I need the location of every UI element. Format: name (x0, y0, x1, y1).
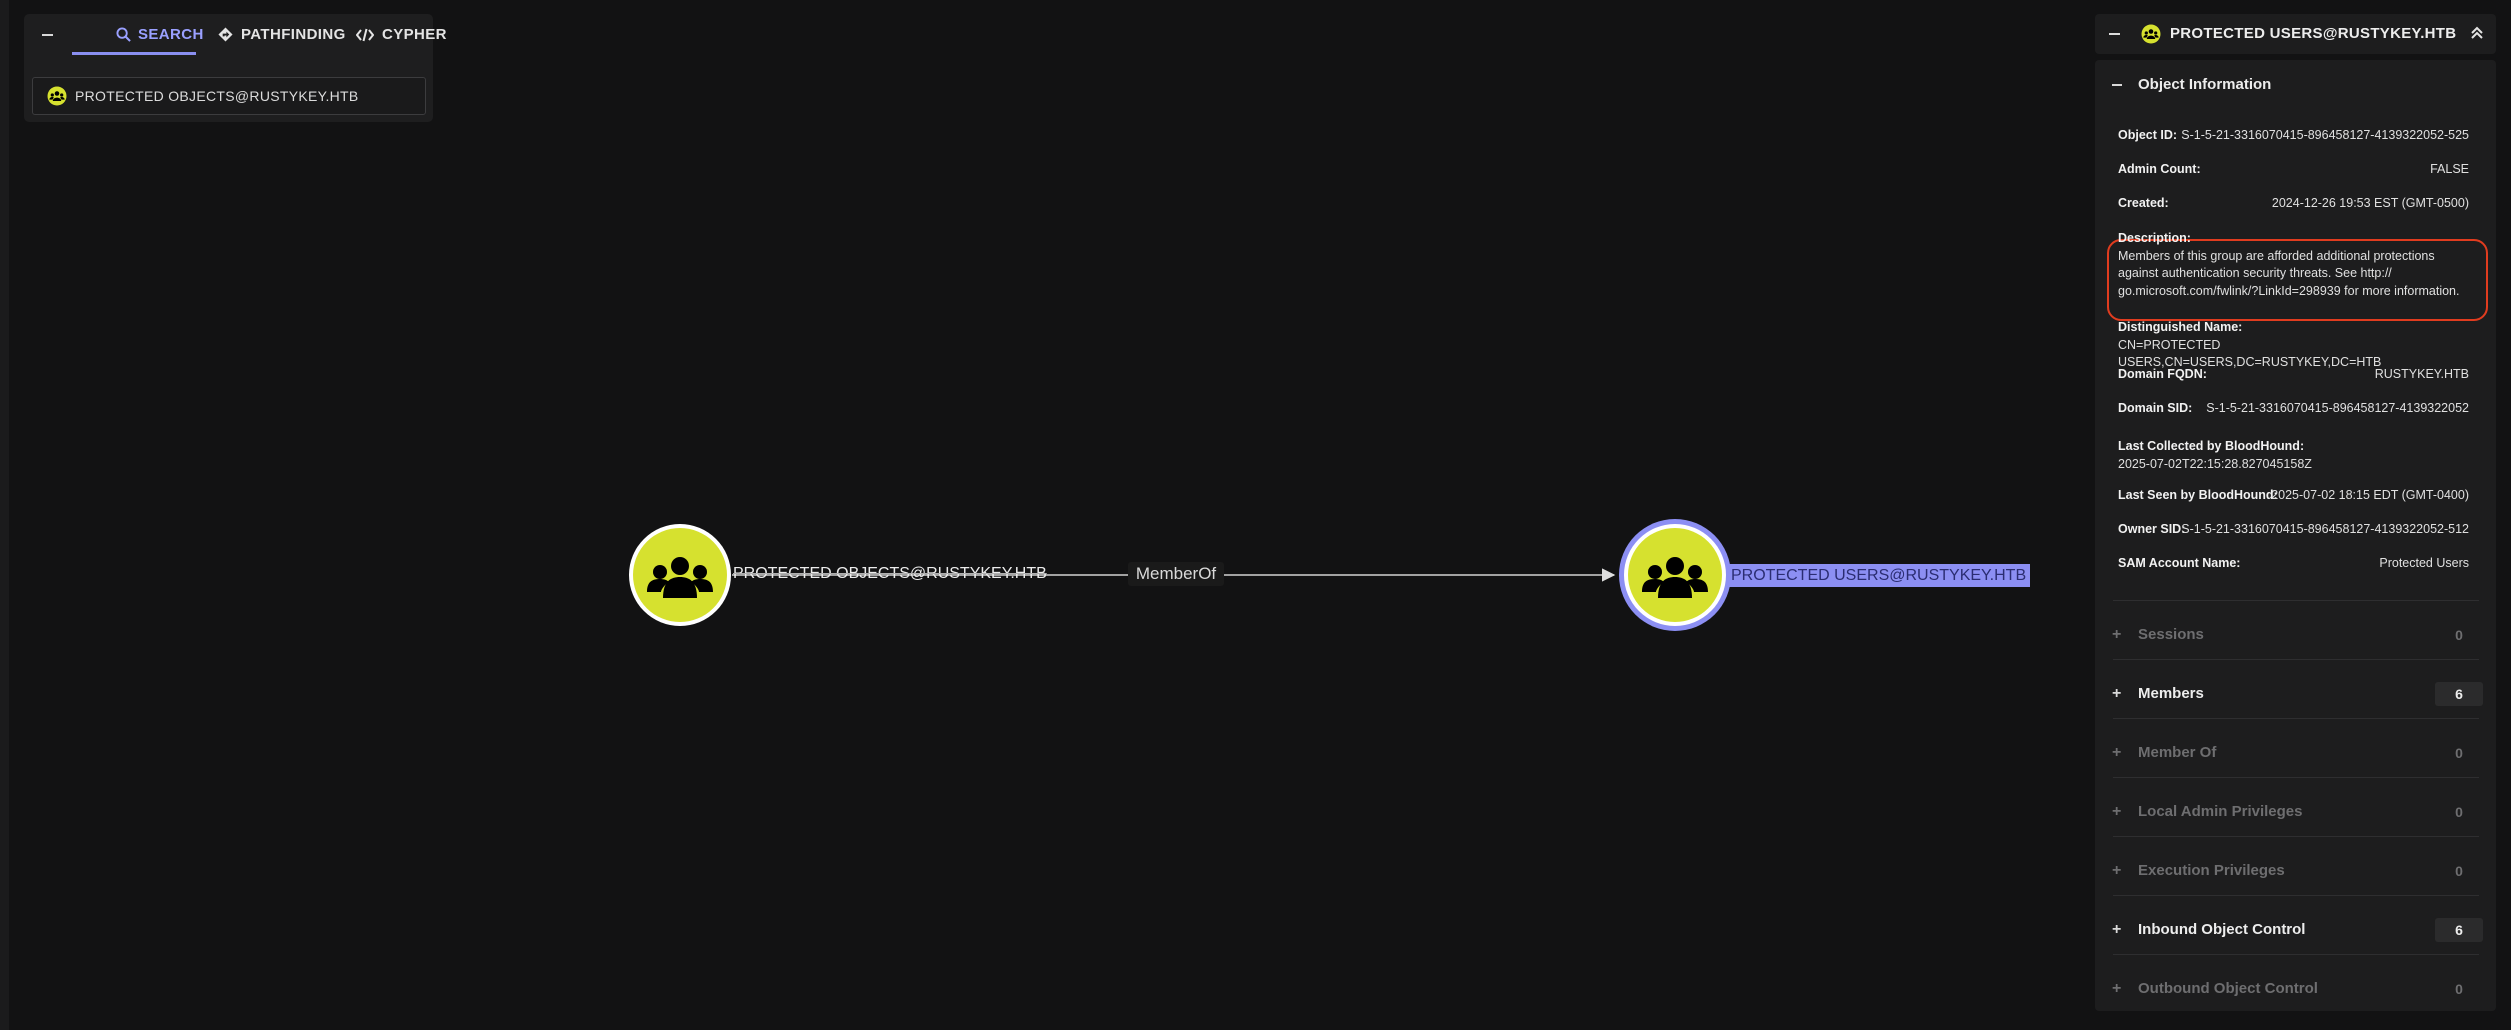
field-key: Distinguished Name: (2118, 320, 2243, 334)
field-value: RUSTYKEY.HTB (2374, 367, 2469, 381)
plus-icon: + (2112, 744, 2122, 761)
field-key: Description: (2118, 231, 2191, 245)
field-sam-account-name: SAM Account Name: Protected Users (2118, 553, 2469, 573)
field-object-id: Object ID: S-1-5-21-3316070415-896458127… (2118, 125, 2469, 145)
field-admin-count: Admin Count: FALSE (2118, 159, 2469, 179)
field-key: Created: (2118, 196, 2169, 210)
section-object-information[interactable]: Object Information (2095, 65, 2496, 105)
divider (2113, 836, 2479, 837)
field-domain-fqdn: Domain FQDN: RUSTYKEY.HTB (2118, 364, 2469, 384)
field-value: FALSE (2430, 162, 2469, 176)
group-icon (47, 86, 67, 106)
divider (2113, 954, 2479, 955)
section-label: Inbound Object Control (2138, 921, 2306, 938)
search-input[interactable]: PROTECTED OBJECTS@RUSTYKEY.HTB (32, 77, 426, 115)
section-local-admin-privileges[interactable]: + Local Admin Privileges 0 (2095, 792, 2496, 832)
search-icon (116, 27, 131, 42)
field-owner-sid: Owner SID: S-1-5-21-3316070415-896458127… (2118, 519, 2469, 539)
section-execution-privileges[interactable]: + Execution Privileges 0 (2095, 851, 2496, 891)
field-value: Members of this group are afforded addit… (2118, 248, 2460, 298)
field-key: Object ID: (2118, 128, 2178, 142)
section-label: Outbound Object Control (2138, 980, 2318, 997)
plus-icon: + (2112, 921, 2122, 938)
field-key: Domain SID: (2118, 401, 2193, 415)
section-label: Execution Privileges (2138, 862, 2285, 879)
section-count: 0 (2455, 745, 2463, 761)
section-members[interactable]: + Members 6 (2095, 674, 2496, 714)
tab-cypher[interactable]: CYPHER (356, 14, 447, 55)
section-outbound-object-control[interactable]: + Outbound Object Control 0 (2095, 969, 2496, 1009)
plus-icon: + (2112, 685, 2122, 702)
section-sessions[interactable]: + Sessions 0 (2095, 615, 2496, 655)
field-value: 2025-07-02 18:15 EDT (GMT-0400) (2271, 488, 2469, 502)
field-created: Created: 2024-12-26 19:53 EST (GMT-0500) (2118, 193, 2469, 213)
minus-icon (2112, 84, 2122, 86)
field-key: SAM Account Name: (2118, 556, 2241, 570)
entity-panel-header: PROTECTED USERS@RUSTYKEY.HTB (2095, 14, 2496, 54)
section-count: 0 (2455, 981, 2463, 997)
node-label-protected-objects[interactable]: PROTECTED OBJECTS@RUSTYKEY.HTB (733, 563, 1047, 585)
field-value: Protected Users (2379, 556, 2469, 570)
divider (2113, 718, 2479, 719)
chevrons-up-icon[interactable] (2469, 25, 2485, 46)
section-count: 6 (2435, 682, 2483, 706)
search-input-value: PROTECTED OBJECTS@RUSTYKEY.HTB (75, 88, 359, 104)
tab-pathfinding-label: PATHFINDING (241, 26, 346, 43)
collapse-search-button[interactable] (34, 26, 60, 44)
section-label: Object Information (2138, 76, 2272, 93)
field-value: S-1-5-21-3316070415-896458127-4139322052… (2181, 522, 2469, 536)
field-last-seen: Last Seen by BloodHound: 2025-07-02 18:1… (2118, 485, 2469, 505)
section-count: 0 (2455, 627, 2463, 643)
divider (2113, 777, 2479, 778)
tab-cypher-label: CYPHER (382, 26, 447, 43)
section-count: 0 (2455, 804, 2463, 820)
field-key: Domain FQDN: (2118, 367, 2207, 381)
plus-icon: + (2112, 626, 2122, 643)
field-value: 2025-07-02T22:15:28.827045158Z (2118, 456, 2312, 471)
field-value: 2024-12-26 19:53 EST (GMT-0500) (2271, 196, 2469, 210)
section-count: 6 (2435, 918, 2483, 942)
tab-search-label: SEARCH (138, 26, 204, 43)
divider (2113, 895, 2479, 896)
tab-pathfinding[interactable]: PATHFINDING (218, 14, 346, 55)
section-label: Local Admin Privileges (2138, 803, 2303, 820)
field-key: Last Collected by BloodHound: (2118, 439, 2305, 453)
graph-canvas[interactable] (0, 0, 2090, 1030)
group-icon (2141, 24, 2161, 44)
entity-title: PROTECTED USERS@RUSTYKEY.HTB (2170, 25, 2457, 42)
collapse-panel-button[interactable] (2109, 33, 2120, 35)
search-panel: SEARCH PATHFINDING CYPHER PROTECTED OBJE… (24, 14, 447, 122)
field-description: Description: Members of this group are a… (2118, 230, 2469, 300)
section-member-of[interactable]: + Member Of 0 (2095, 733, 2496, 773)
section-count: 0 (2455, 863, 2463, 879)
field-domain-sid: Domain SID: S-1-5-21-3316070415-89645812… (2118, 398, 2469, 418)
field-key: Owner SID: (2118, 522, 2186, 536)
field-last-collected: Last Collected by BloodHound: 2025-07-02… (2118, 438, 2469, 473)
divider (2113, 600, 2479, 601)
section-label: Member Of (2138, 744, 2217, 761)
field-value: S-1-5-21-3316070415-896458127-4139322052 (2206, 401, 2469, 415)
entity-panel-body: Object Information Object ID: S-1-5-21-3… (2095, 60, 2496, 1011)
code-icon (356, 28, 374, 42)
section-label: Members (2138, 685, 2204, 702)
graph-node-protected-objects[interactable] (629, 524, 731, 626)
section-inbound-object-control[interactable]: + Inbound Object Control 6 (2095, 910, 2496, 950)
divider (2113, 659, 2479, 660)
diamond-route-icon (218, 27, 233, 42)
active-tab-indicator (72, 52, 196, 55)
plus-icon: + (2112, 862, 2122, 879)
field-value: S-1-5-21-3316070415-896458127-4139322052… (2181, 128, 2469, 142)
field-key: Admin Count: (2118, 162, 2201, 176)
field-key: Last Seen by BloodHound: (2118, 488, 2278, 502)
plus-icon: + (2112, 803, 2122, 820)
edge-label[interactable]: MemberOf (1128, 562, 1224, 586)
tab-search[interactable]: SEARCH (72, 14, 203, 55)
search-tabs: SEARCH PATHFINDING CYPHER (24, 14, 447, 55)
section-label: Sessions (2138, 626, 2204, 643)
plus-icon: + (2112, 980, 2122, 997)
graph-node-protected-users[interactable] (1619, 519, 1731, 631)
node-label-protected-users[interactable]: PROTECTED USERS@RUSTYKEY.HTB (1727, 564, 2031, 587)
